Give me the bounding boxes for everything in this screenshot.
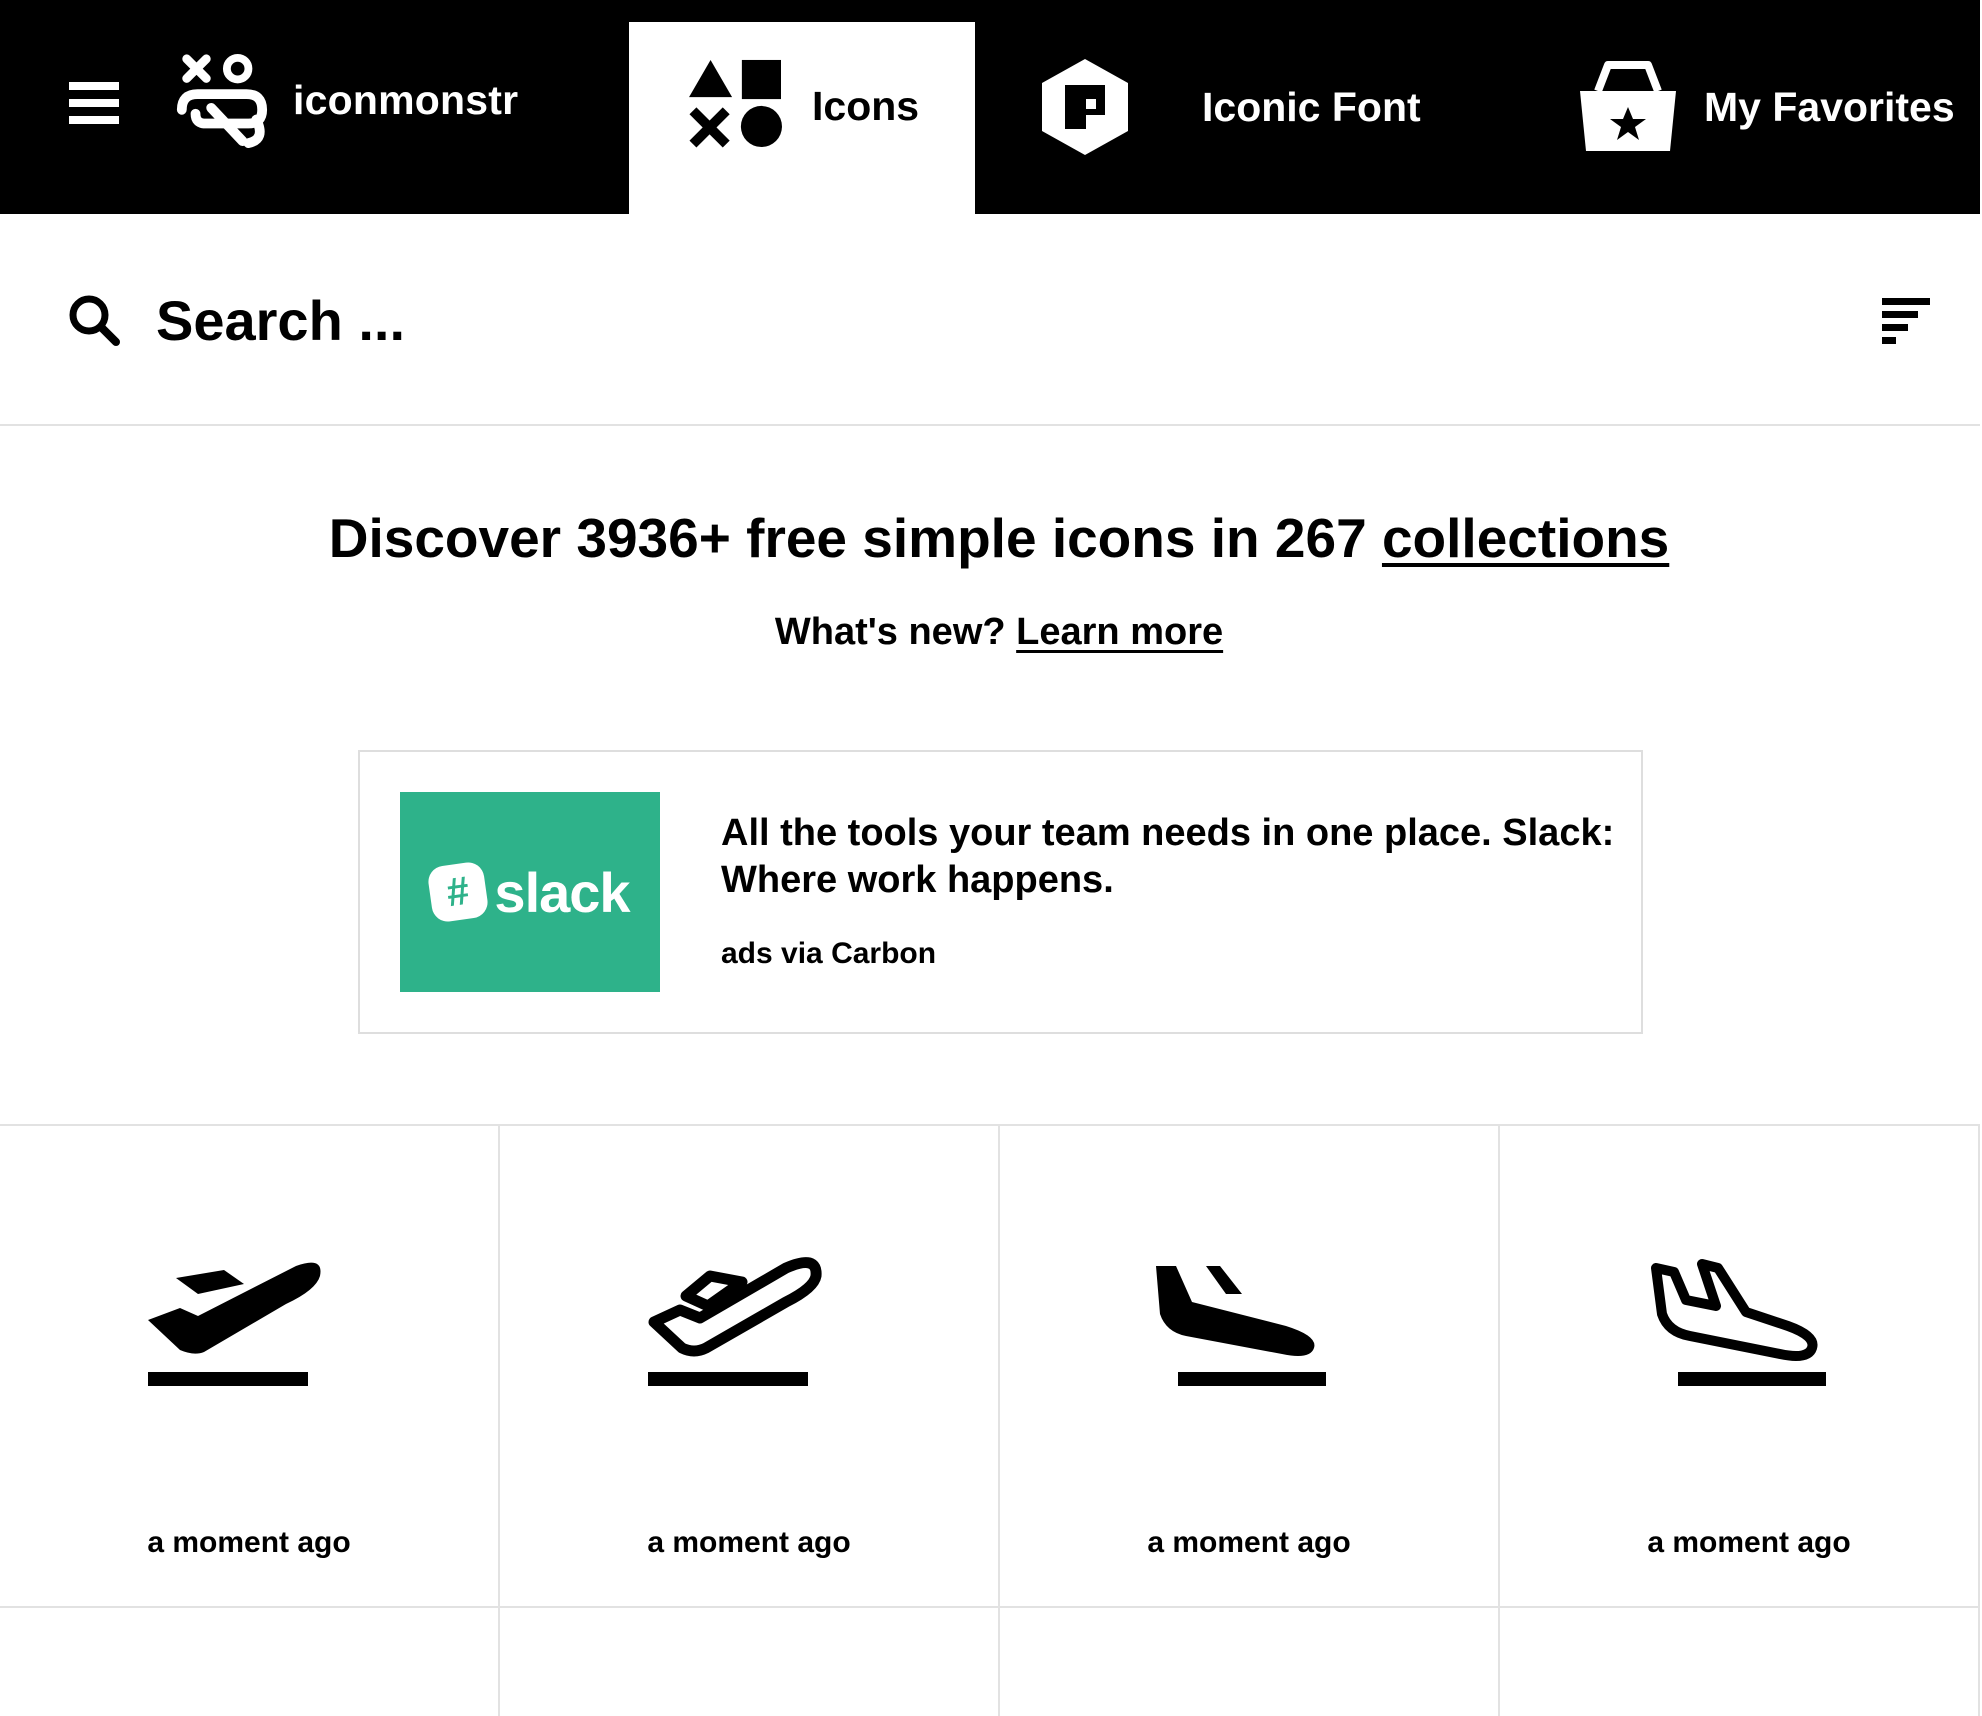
slack-logo-text: slack [494,860,630,924]
airplane-takeoff-filled-icon [148,1262,321,1386]
hero-subtitle-text: What's new? [774,611,1017,653]
tab-iconic-font[interactable]: Iconic Font [1040,0,1421,214]
hero-subtitle: What's new? Learn more [0,611,1982,654]
basket-star-icon [1580,61,1676,151]
tab-my-favorites[interactable]: My Favorites [1578,0,1955,214]
brand-name: iconmonstr [293,76,519,123]
airplane-landing-outline-icon [1651,1259,1826,1386]
icon-timestamp: a moment ago [1147,1526,1351,1559]
icon-card[interactable]: a moment ago [0,1126,498,1606]
tab-icons[interactable]: Icons [629,22,975,214]
search-bar [0,214,1980,426]
shapes-icon [689,59,782,148]
icon-card[interactable]: a moment ago [500,1126,998,1606]
hero-title: Discover 3936+ free simple icons in 267 … [0,508,1982,569]
tab-icons-label: Icons [812,83,920,129]
hamburger-menu-icon[interactable] [69,78,119,128]
slack-hash-icon: # [426,860,491,924]
tab-iconic-font-label: Iconic Font [1202,83,1421,130]
iconmonstr-logo-icon [176,53,268,149]
hexagon-font-icon [1042,59,1128,155]
sort-filter-icon[interactable] [1880,296,1932,344]
grid-divider [0,1606,1980,1608]
icon-card[interactable]: a moment ago [1000,1126,1498,1606]
slack-ad-logo[interactable]: # slack [400,792,660,992]
hero-title-text: Discover 3936+ free simple icons in 267 [328,507,1382,569]
airplane-landing-filled-icon [1156,1266,1326,1386]
carbon-ad: # slack All the tools your team needs in… [358,750,1643,1034]
icon-timestamp: a moment ago [647,1526,851,1559]
icon-card[interactable]: a moment ago [1500,1126,1982,1606]
search-icon[interactable] [68,294,120,346]
ads-via-carbon-link[interactable]: ads via Carbon [721,937,936,971]
search-input[interactable] [156,278,1756,362]
icon-timestamp: a moment ago [1647,1526,1851,1559]
ad-text-link[interactable]: All the tools your team needs in one pla… [721,810,1621,904]
icon-timestamp: a moment ago [147,1526,351,1559]
learn-more-link[interactable]: Learn more [1016,611,1223,653]
brand-logo-link[interactable]: iconmonstr [172,50,518,150]
airplane-takeoff-outline-icon [648,1257,822,1386]
collections-link[interactable]: collections [1382,507,1669,569]
page: iconmonstr Icons Iconic Font My Favorite… [0,0,1982,1716]
tab-my-favorites-label: My Favorites [1704,83,1955,130]
top-nav-bar: iconmonstr Icons Iconic Font My Favorite… [0,0,1980,214]
